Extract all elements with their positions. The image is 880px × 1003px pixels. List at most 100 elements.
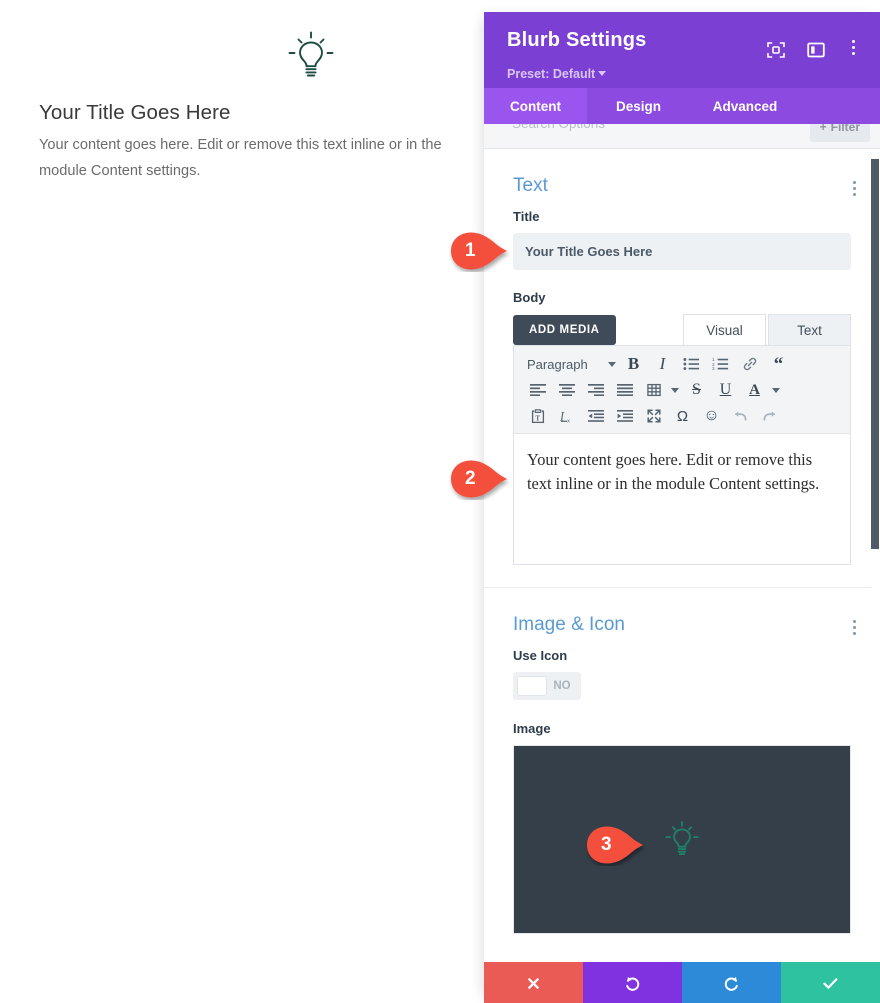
search-input[interactable]: Search Options xyxy=(512,124,605,131)
toolbar-row-1: Paragraph B I 123 “ xyxy=(518,351,846,377)
kebab-dot xyxy=(853,620,856,623)
undo-button[interactable] xyxy=(583,962,682,1003)
align-justify-icon[interactable] xyxy=(610,378,639,402)
special-character-icon[interactable]: Ω xyxy=(668,404,697,428)
use-icon-toggle[interactable]: NO xyxy=(513,672,581,700)
bold-icon[interactable]: B xyxy=(619,352,648,376)
panel-scrollbar-thumb[interactable] xyxy=(871,159,879,549)
undo-icon[interactable] xyxy=(726,404,755,428)
indent-icon[interactable] xyxy=(610,404,639,428)
preset-selector[interactable]: Preset: Default xyxy=(507,67,607,81)
chevron-down-icon xyxy=(598,71,607,76)
section-text-title: Text xyxy=(513,175,548,196)
use-icon-label: Use Icon xyxy=(513,648,568,663)
section-text-header: Text xyxy=(484,149,880,209)
panel-header: Blurb Settings Preset: Default xyxy=(484,12,880,88)
strikethrough-icon[interactable]: S xyxy=(682,378,711,402)
svg-text:x: x xyxy=(567,418,570,424)
body-field-label: Body xyxy=(513,290,546,305)
module-preview-canvas: Your Title Goes Here Your content goes h… xyxy=(0,0,490,1003)
outdent-icon[interactable] xyxy=(581,404,610,428)
svg-text:T: T xyxy=(535,414,540,422)
redo-icon[interactable] xyxy=(755,404,784,428)
rich-text-editor: Paragraph B I 123 “ S U A T I x Ω ☺ Your… xyxy=(513,345,851,565)
kebab-dot xyxy=(853,187,856,190)
section-text-kebab-icon[interactable] xyxy=(853,181,856,199)
filter-button[interactable]: + Filter xyxy=(809,124,870,142)
close-icon xyxy=(528,977,539,989)
underline-icon[interactable]: U xyxy=(711,378,740,402)
section-image-icon: Image & Icon Use Icon NO Image xyxy=(484,587,880,956)
search-options-row: Search Options +Filter xyxy=(484,124,880,149)
preview-body-text: Your content goes here. Edit or remove t… xyxy=(39,137,442,179)
kebab-dot xyxy=(853,193,856,196)
editor-top-row: ADD MEDIA Visual Text xyxy=(513,314,851,345)
link-icon[interactable] xyxy=(735,352,764,376)
check-icon xyxy=(823,977,838,989)
tab-advanced[interactable]: Advanced xyxy=(690,88,800,124)
section-text: Text Title Body ADD MEDIA Visual Text xyxy=(484,149,880,587)
panel-title: Blurb Settings xyxy=(507,29,647,51)
emoji-icon[interactable]: ☺ xyxy=(697,404,726,428)
kebab-menu-icon[interactable] xyxy=(847,40,859,60)
panel-footer-actions xyxy=(484,962,880,1003)
format-select-caret-icon[interactable] xyxy=(605,361,619,367)
lightbulb-icon xyxy=(658,816,706,864)
section-image-icon-kebab-icon[interactable] xyxy=(853,620,856,638)
editor-content-text[interactable]: Your content goes here. Edit or remove t… xyxy=(514,434,850,564)
panel-scroll-area: Text Title Body ADD MEDIA Visual Text xyxy=(484,149,880,962)
panel-tab-bar: Content Design Advanced xyxy=(484,88,880,124)
panel-scrollbar-track[interactable] xyxy=(871,149,880,962)
add-media-button[interactable]: ADD MEDIA xyxy=(513,315,616,345)
blockquote-icon[interactable]: “ xyxy=(764,352,793,376)
image-field-label: Image xyxy=(513,721,551,736)
kebab-dot xyxy=(853,181,856,184)
filter-label: Filter xyxy=(830,124,860,134)
bulleted-list-icon[interactable] xyxy=(677,352,706,376)
numbered-list-icon[interactable]: 123 xyxy=(706,352,735,376)
field-image: Image xyxy=(484,721,880,934)
format-select[interactable]: Paragraph xyxy=(523,352,605,376)
tab-design[interactable]: Design xyxy=(587,88,690,124)
lightbulb-icon xyxy=(278,24,344,90)
plus-icon: + xyxy=(819,124,827,134)
kebab-dot xyxy=(851,46,855,49)
text-color-caret-icon[interactable] xyxy=(769,387,783,393)
align-center-icon[interactable] xyxy=(552,378,581,402)
field-use-icon: Use Icon NO xyxy=(484,648,880,701)
paste-as-text-icon[interactable]: T xyxy=(523,404,552,428)
section-image-icon-title: Image & Icon xyxy=(513,614,625,635)
toggle-state-label: NO xyxy=(553,680,571,692)
fullscreen-icon[interactable] xyxy=(639,404,668,428)
toggle-knob xyxy=(517,676,547,696)
editor-tab-visual[interactable]: Visual xyxy=(683,314,766,345)
panel-layout-icon[interactable] xyxy=(806,40,826,60)
editor-mode-tabs: Visual Text xyxy=(683,314,851,345)
cancel-button[interactable] xyxy=(484,962,583,1003)
italic-icon[interactable]: I xyxy=(648,352,677,376)
preview-title: Your Title Goes Here xyxy=(39,101,231,124)
focus-target-icon[interactable] xyxy=(766,40,786,60)
title-field-label: Title xyxy=(513,209,540,224)
redo-button[interactable] xyxy=(682,962,781,1003)
blurb-settings-panel: Blurb Settings Preset: Default Content D… xyxy=(484,12,880,1003)
editor-toolbar: Paragraph B I 123 “ S U A T I x Ω ☺ xyxy=(514,346,850,434)
align-right-icon[interactable] xyxy=(581,378,610,402)
save-button[interactable] xyxy=(781,962,880,1003)
table-icon[interactable] xyxy=(639,378,668,402)
preset-label: Preset: Default xyxy=(507,67,596,81)
kebab-dot xyxy=(851,52,855,55)
title-input[interactable] xyxy=(513,233,851,270)
table-caret-icon[interactable] xyxy=(668,387,682,393)
clear-formatting-icon[interactable]: Ix xyxy=(552,404,581,428)
undo-icon xyxy=(626,976,640,991)
tab-content[interactable]: Content xyxy=(484,88,587,124)
field-title: Title xyxy=(484,209,880,270)
image-upload-preview[interactable] xyxy=(513,745,851,934)
text-color-icon[interactable]: A xyxy=(740,378,769,402)
align-left-icon[interactable] xyxy=(523,378,552,402)
toolbar-row-3: T Ix Ω ☺ xyxy=(518,403,846,429)
editor-tab-text[interactable]: Text xyxy=(768,314,851,345)
section-image-icon-header: Image & Icon xyxy=(484,588,880,648)
kebab-dot xyxy=(851,40,855,43)
